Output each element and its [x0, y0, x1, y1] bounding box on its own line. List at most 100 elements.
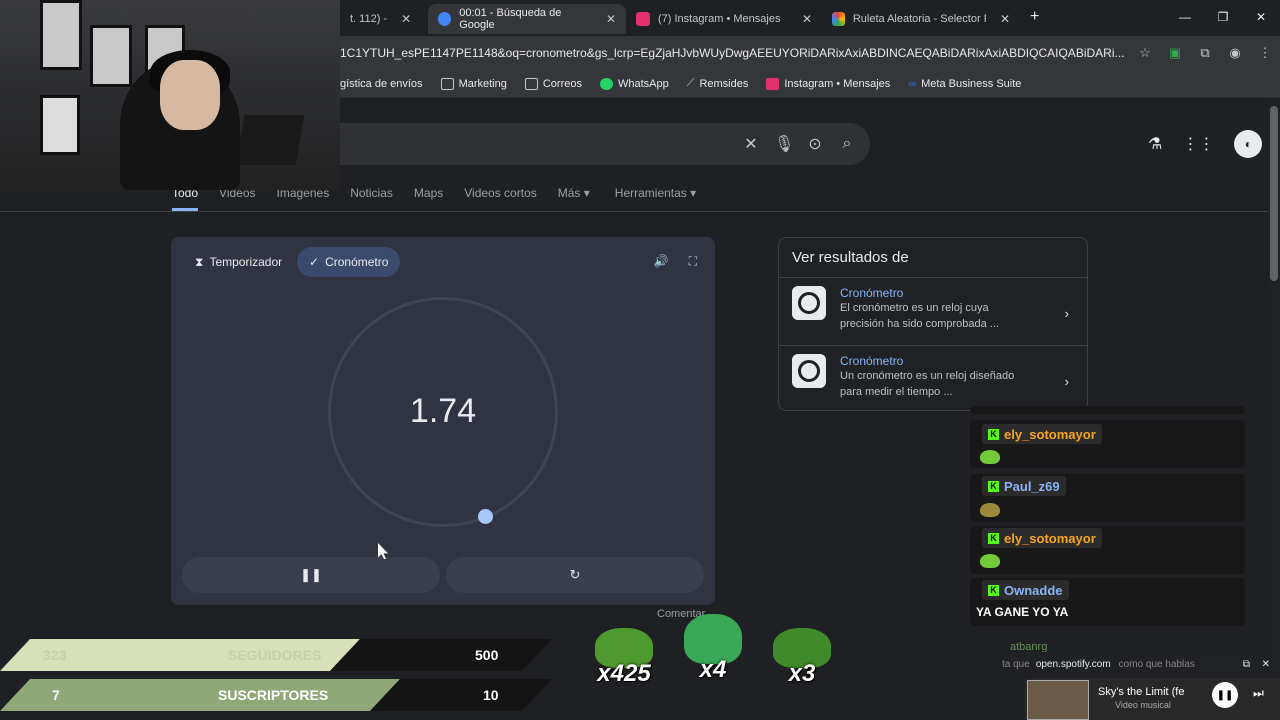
emote-count: x4 [699, 656, 727, 683]
divider [0, 211, 1268, 212]
nav-tab-news[interactable]: Noticias [350, 186, 393, 211]
tab-4[interactable]: Ruleta Aleatoria - Selector Pers ✕ [822, 4, 1020, 34]
bookmark-item[interactable]: ⟋ Remsides [687, 77, 749, 90]
progress-dot [478, 509, 493, 524]
bookmark-item[interactable]: WhatsApp [599, 77, 669, 90]
chat-message: Kely_sotomayor [970, 526, 1245, 574]
url-field[interactable]: 1C1YTUH_esPE1147PE1148&oq=cronometro&gs_… [340, 46, 1130, 60]
puzzle-icon[interactable]: ⧉ [1190, 45, 1220, 61]
stopwatch-mode-label: Cronómetro [325, 255, 389, 269]
labs-icon[interactable]: ⚗ [1148, 134, 1162, 154]
result-item[interactable]: Cronómetro Un cronómetro es un reloj dis… [779, 345, 1087, 412]
chat-username: K Paul_z69 [982, 476, 1066, 496]
bookmarks-bar: gística de envíos Marketing Correos What… [340, 70, 1280, 98]
stopwatch-card: ⧗ Temporizador ✓ Cronómetro 🔊 ⛶ 1.74 ❚❚ … [171, 237, 715, 605]
chevron-right-icon: › [1064, 306, 1069, 321]
kick-icon: K [988, 532, 999, 544]
bookmark-label: WhatsApp [617, 77, 669, 90]
kick-icon: K [988, 480, 999, 492]
link-icon: ⟋ [686, 77, 695, 89]
star-icon[interactable]: ☆ [1130, 45, 1160, 61]
maximize-icon[interactable]: ❐ [1204, 0, 1242, 34]
chat-overlay: Kely_sotomayor K Paul_z69 Kely_sotomayor … [970, 404, 1245, 653]
profile-icon[interactable]: ◉ [1220, 45, 1250, 61]
close-icon[interactable]: ✕ [401, 12, 411, 26]
emote-count: x425 [597, 660, 651, 687]
google-icon [438, 12, 452, 26]
result-item[interactable]: Cronómetro El cronómetro es un reloj cuy… [779, 278, 1087, 345]
emote-icon [980, 554, 1000, 568]
pause-icon[interactable]: ❚❚ [1212, 682, 1238, 708]
apps-grid-icon[interactable]: ⋮⋮ [1182, 134, 1214, 154]
tab-2[interactable]: 00:01 - Búsqueda de Google ✕ [428, 4, 626, 34]
result-desc: El cronómetro es un reloj cuya precisión… [840, 302, 999, 330]
open-tab-icon[interactable]: ⧉ [1243, 659, 1250, 670]
tab-bar: t. 112) - ✕ 00:01 - Búsqueda de Google ✕… [340, 0, 1280, 34]
reset-icon: ↻ [569, 567, 581, 582]
song-subtitle: Video musical [1115, 700, 1171, 710]
webcam-overlay [0, 0, 340, 190]
bookmark-item[interactable]: Instagram • Mensajes [766, 77, 890, 90]
close-icon[interactable]: ✕ [802, 12, 812, 26]
chat-username: K Ownadde [982, 580, 1069, 600]
reset-button[interactable]: ↻ [446, 557, 704, 593]
nav-tab-more[interactable]: Más ▾ [558, 186, 590, 211]
tab-1[interactable]: t. 112) - ✕ [340, 4, 428, 34]
album-art [1027, 680, 1089, 720]
bookmark-label: Meta Business Suite [921, 77, 1022, 90]
menu-icon[interactable]: ⋮ [1250, 45, 1280, 61]
followers-label: SEGUIDORES [228, 647, 322, 663]
result-desc: Un cronómetro es un reloj diseñado para … [840, 370, 1015, 398]
search-box[interactable]: ✕ 🎙 ⊙ ⌕ [340, 123, 870, 165]
minimize-icon[interactable]: — [1166, 0, 1204, 34]
spotify-miniplayer: ta que open.spotify.com como que hablas … [1000, 652, 1280, 720]
stopwatch-mode-button[interactable]: ✓ Cronómetro [297, 247, 401, 277]
next-icon[interactable]: ⏭ [1253, 686, 1264, 701]
song-title: Sky's the Limit (fe [1098, 686, 1185, 698]
close-icon[interactable]: ✕ [1000, 12, 1010, 26]
followers-goal: 500 [475, 647, 499, 663]
scrollbar[interactable] [1268, 100, 1280, 660]
tab-label: (7) Instagram • Mensajes [658, 13, 781, 25]
bookmark-item[interactable]: Correos [524, 77, 582, 90]
new-tab-icon[interactable]: + [1020, 8, 1049, 26]
hourglass-icon: ⧗ [195, 254, 204, 269]
close-icon[interactable]: ✕ [1262, 659, 1270, 670]
results-panel: Ver resultados de Cronómetro El cronómet… [778, 237, 1088, 411]
timer-mode-button[interactable]: ⧗ Temporizador [183, 247, 294, 277]
tab-3[interactable]: (7) Instagram • Mensajes ✕ [626, 4, 822, 34]
pause-icon: ❚❚ [300, 567, 322, 582]
subs-count: 7 [52, 687, 60, 703]
bookmark-item[interactable]: Marketing [440, 77, 507, 90]
chat-text: YA GANE YO YA [976, 605, 1069, 619]
emote-icon [980, 450, 1000, 464]
bookmark-item[interactable]: ∞ Meta Business Suite [908, 78, 1021, 90]
check-icon: ✓ [309, 255, 320, 269]
roulette-icon [832, 12, 845, 26]
close-icon[interactable]: ✕ [606, 12, 616, 26]
tab-label: 00:01 - Búsqueda de Google [459, 7, 562, 31]
nav-tab-shorts[interactable]: Videos cortos [464, 186, 537, 211]
chat-message: K Ownadde YA GANE YO YA [970, 578, 1245, 626]
nav-tab-maps[interactable]: Maps [414, 186, 443, 211]
close-window-icon[interactable]: ✕ [1242, 0, 1280, 34]
overlay-text: ta que [1002, 658, 1030, 670]
fullscreen-icon[interactable]: ⛶ [689, 254, 697, 269]
bookmark-item[interactable]: gística de envíos [340, 78, 423, 90]
volume-icon[interactable]: 🔊 [654, 254, 669, 269]
subs-label: SUSCRIPTORES [218, 687, 329, 703]
subs-goal-bar [370, 679, 552, 711]
stopwatch-icon [792, 286, 826, 320]
overlay-text: como que hablas [1118, 658, 1195, 670]
nav-tab-tools[interactable]: Herramientas ▾ [615, 186, 696, 211]
clear-icon[interactable]: ✕ [742, 134, 760, 154]
search-icon[interactable]: ⌕ [838, 135, 856, 153]
avatar[interactable]: ◐ [1234, 130, 1263, 158]
extension-icon[interactable]: ▣ [1160, 45, 1190, 61]
subs-goal: 10 [483, 687, 499, 703]
pause-button[interactable]: ❚❚ [182, 557, 440, 593]
chat-message: K Paul_z69 [970, 474, 1245, 522]
lens-icon[interactable]: ⊙ [806, 134, 824, 154]
tab-label: t. 112) - [350, 13, 388, 25]
microphone-icon[interactable]: 🎙 [774, 134, 794, 154]
